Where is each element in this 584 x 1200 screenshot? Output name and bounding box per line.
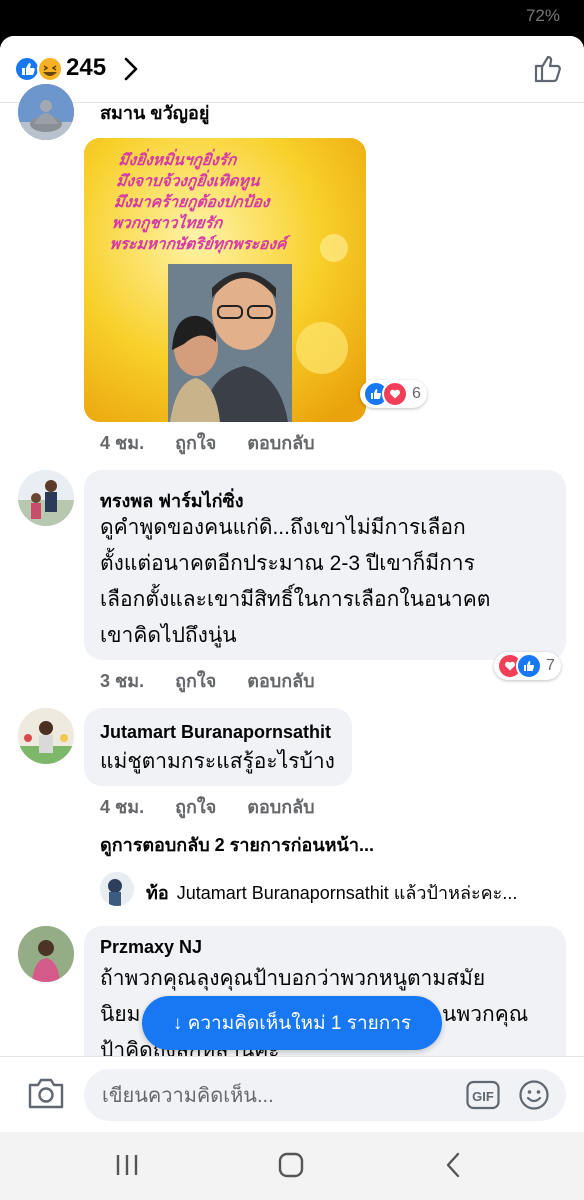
timestamp: 4 ชม. xyxy=(100,797,145,817)
caption-line: พระมหากษัตริย์ทุกพระองค์ xyxy=(108,236,288,253)
emoji-icon[interactable] xyxy=(518,1079,550,1115)
comment-text-line: ถ้าพวกคุณลุงคุณป้าบอกว่าพวกหนูตามสมัย xyxy=(100,967,486,990)
comment-author[interactable]: สมาน ขวัญอยู่ xyxy=(100,98,209,127)
back-icon[interactable] xyxy=(442,1150,466,1184)
image-caption: มึงยิ่งหมิ่นฯกูยิ่งรัก มึงจาบจ้วงกูยิ่งเ… xyxy=(108,150,296,255)
like-post-button[interactable] xyxy=(532,52,564,88)
reply-button[interactable]: ตอบกลับ xyxy=(247,797,314,817)
reaction-count: 6 xyxy=(412,385,421,402)
reply-author: ท้อ xyxy=(146,883,169,903)
comment-author[interactable]: Przmaxy NJ xyxy=(100,937,202,958)
comment-text-fragment: นิยม xyxy=(100,1003,141,1026)
gif-button[interactable]: GIF xyxy=(466,1080,500,1110)
comment-text-line: เลือกตั้งและเขามีสิทธิ์ในการเลือกในอนาคต xyxy=(100,588,491,611)
view-previous-replies-link[interactable]: ดูการตอบกลับ 2 รายการก่อนหน้า... xyxy=(100,830,374,859)
status-bar: 72% xyxy=(0,0,584,36)
home-icon[interactable] xyxy=(276,1150,306,1184)
chevron-right-icon[interactable] xyxy=(122,56,140,86)
heart-icon xyxy=(382,381,408,407)
comments-panel: 245 สมาน ขวัญอยู่ มึงยิ่งหมิ่นฯกูยิ่งรัก… xyxy=(0,36,584,1132)
avatar[interactable] xyxy=(18,708,74,764)
comment-author[interactable]: Jutamart Buranapornsathit xyxy=(100,722,331,743)
like-icon xyxy=(516,653,542,679)
comment-meta: 4 ชม. ถูกใจ ตอบกลับ xyxy=(100,792,341,821)
reaction-summary[interactable]: 7 xyxy=(494,652,561,680)
avatar[interactable] xyxy=(18,84,74,140)
caption-line: มึงยิ่งหมิ่นฯกูยิ่งรัก xyxy=(117,152,238,169)
reactions-header: 245 xyxy=(0,36,584,103)
like-button[interactable]: ถูกใจ xyxy=(175,433,216,453)
reaction-count: 7 xyxy=(546,657,555,674)
caption-line: มึงจาบจ้วงกูยิ่งเทิดทูน xyxy=(115,173,261,190)
comment-text-fragment: นพวกคุณ xyxy=(442,1003,529,1026)
reaction-count[interactable]: 245 xyxy=(66,54,106,82)
reply-avatar[interactable] xyxy=(100,872,134,906)
timestamp: 4 ชม. xyxy=(100,433,145,453)
comment-text: แม่ชูตามกระแสรู้อะไรบ้าง xyxy=(100,744,335,780)
comment-input[interactable] xyxy=(100,1079,444,1113)
new-comments-button[interactable]: ↓ ความคิดเห็นใหม่ 1 รายการ xyxy=(142,996,442,1050)
reply-button[interactable]: ตอบกลับ xyxy=(247,671,314,691)
battery-level: 72% xyxy=(525,6,560,25)
caption-line: พวกกูชาวไทยรัก xyxy=(110,215,224,232)
comment-text: ดูคำพูดของคนแก่ดิ...ถึงเขาไม่มีการเลือก … xyxy=(100,510,490,654)
comment-composer: GIF xyxy=(0,1056,584,1132)
comment-text-line: ตั้งแต่อนาคตอีกประมาณ 2-3 ปีเขาก็มีการ xyxy=(100,552,475,575)
reply-text: ท้อ Jutamart Buranapornsathit แล้วป้าหล่ะ… xyxy=(146,878,517,907)
system-navigation-bar xyxy=(0,1132,584,1200)
comment-image[interactable]: มึงยิ่งหมิ่นฯกูยิ่งรัก มึงจาบจ้วงกูยิ่งเ… xyxy=(84,138,366,422)
recent-apps-icon[interactable] xyxy=(114,1150,140,1184)
reply-button[interactable]: ตอบกลับ xyxy=(247,433,314,453)
gif-label: GIF xyxy=(472,1089,494,1104)
reply-body: Jutamart Buranapornsathit แล้วป้าหล่ะคะ.… xyxy=(176,883,518,903)
reaction-summary[interactable]: 6 xyxy=(360,380,427,408)
like-button[interactable]: ถูกใจ xyxy=(175,797,216,817)
caption-line: มึงมาคร้ายกูต้องปกป้อง xyxy=(113,194,271,211)
comment-text-line: ดูคำพูดของคนแก่ดิ...ถึงเขาไม่มีการเลือก xyxy=(100,516,466,539)
like-button[interactable]: ถูกใจ xyxy=(175,671,216,691)
comment-meta: 4 ชม. ถูกใจ ตอบกลับ xyxy=(100,428,341,457)
comment-text-line: เขาคิดไปถึงนู่น xyxy=(100,624,237,647)
comment-input-box: GIF xyxy=(84,1069,566,1121)
comment-text-line: แม่ชูตามกระแสรู้อะไรบ้าง xyxy=(100,750,335,773)
avatar[interactable] xyxy=(18,926,74,982)
reaction-icons[interactable] xyxy=(14,56,66,82)
camera-icon[interactable] xyxy=(26,1075,66,1115)
avatar[interactable] xyxy=(18,470,74,526)
comment-meta: 3 ชม. ถูกใจ ตอบกลับ xyxy=(100,666,341,695)
latest-reply-preview[interactable]: ท้อ Jutamart Buranapornsathit แล้วป้าหล่ะ… xyxy=(100,870,570,910)
timestamp: 3 ชม. xyxy=(100,671,145,691)
